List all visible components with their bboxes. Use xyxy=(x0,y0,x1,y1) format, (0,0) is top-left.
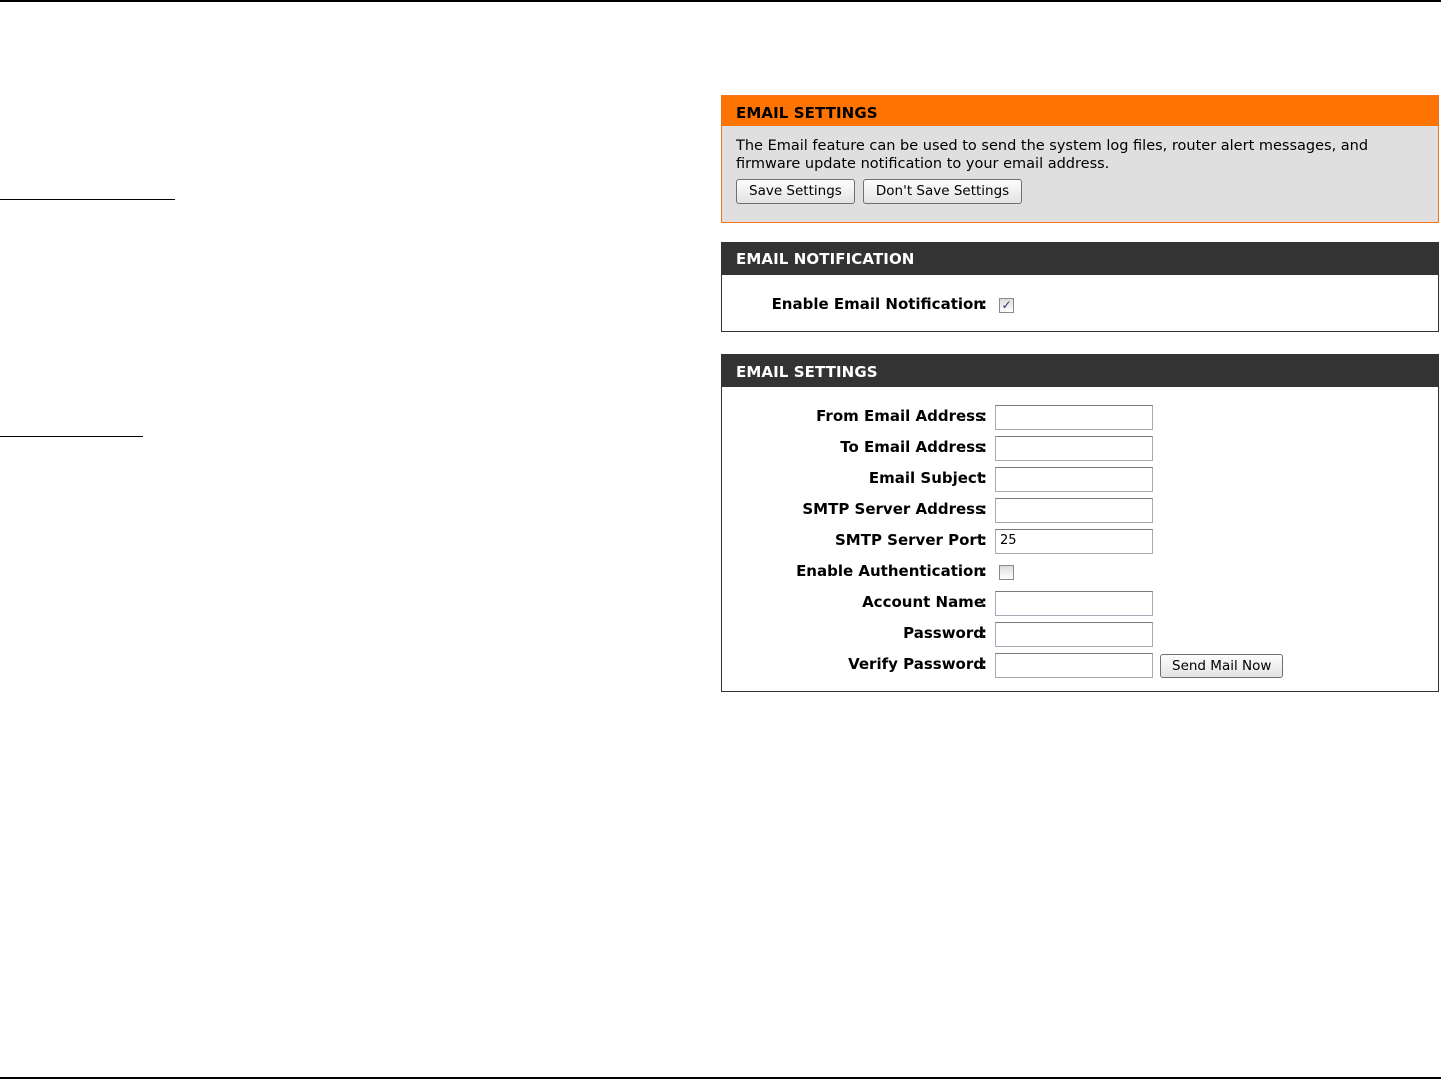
top-rule xyxy=(0,0,1441,2)
colon: : xyxy=(981,562,987,580)
password-input[interactable] xyxy=(995,622,1153,647)
settings-panel-title: EMAIL SETTINGS xyxy=(722,355,1438,387)
notification-panel-title: EMAIL NOTIFICATION xyxy=(722,243,1438,275)
enable-notification-row: Enable Email Notification : ✓ xyxy=(722,293,1438,317)
page: EMAIL SETTINGS The Email feature can be … xyxy=(0,0,1441,1081)
verify-password-row: Verify Password : Send Mail Now xyxy=(722,653,1438,678)
enable-notification-checkbox[interactable]: ✓ xyxy=(999,298,1014,313)
dont-save-settings-button[interactable]: Don't Save Settings xyxy=(862,179,1023,204)
from-email-label: From Email Address xyxy=(816,407,984,425)
colon: : xyxy=(981,624,987,642)
bottom-rule xyxy=(0,1077,1441,1079)
email-subject-label: Email Subject xyxy=(868,469,984,487)
account-name-row: Account Name : xyxy=(722,591,1438,616)
colon: : xyxy=(981,295,987,313)
smtp-address-row: SMTP Server Address : xyxy=(722,498,1438,523)
to-email-row: To Email Address : xyxy=(722,436,1438,461)
verify-password-input[interactable] xyxy=(995,653,1153,678)
colon: : xyxy=(981,593,987,611)
email-subject-input[interactable] xyxy=(995,467,1153,492)
intro-panel-title: EMAIL SETTINGS xyxy=(722,96,1438,126)
colon: : xyxy=(981,469,987,487)
enable-auth-checkbox[interactable] xyxy=(999,565,1014,580)
verify-password-label: Verify Password xyxy=(848,655,984,673)
from-email-row: From Email Address : xyxy=(722,405,1438,430)
smtp-port-label: SMTP Server Port xyxy=(835,531,984,549)
email-settings-intro-panel: EMAIL SETTINGS The Email feature can be … xyxy=(721,95,1439,223)
send-mail-now-button[interactable]: Send Mail Now xyxy=(1160,654,1284,678)
save-settings-button[interactable]: Save Settings xyxy=(736,179,855,204)
account-name-input[interactable] xyxy=(995,591,1153,616)
password-row: Password : xyxy=(722,622,1438,647)
left-underline-1 xyxy=(0,199,175,200)
from-email-input[interactable] xyxy=(995,405,1153,430)
account-name-label: Account Name xyxy=(862,593,984,611)
enable-auth-label: Enable Authentication xyxy=(796,562,984,580)
colon: : xyxy=(981,407,987,425)
enable-notification-label: Enable Email Notification xyxy=(771,295,984,313)
smtp-port-row: SMTP Server Port : 25 xyxy=(722,529,1438,554)
smtp-address-label: SMTP Server Address xyxy=(802,500,984,518)
smtp-port-input[interactable]: 25 xyxy=(995,529,1153,554)
intro-description: The Email feature can be used to send th… xyxy=(736,138,1369,172)
email-subject-row: Email Subject : xyxy=(722,467,1438,492)
intro-button-row: Save Settings Don't Save Settings xyxy=(722,173,1438,204)
colon: : xyxy=(981,500,987,518)
colon: : xyxy=(981,438,987,456)
password-label: Password xyxy=(903,624,984,642)
to-email-label: To Email Address xyxy=(840,438,984,456)
left-underline-2 xyxy=(0,436,143,437)
smtp-address-input[interactable] xyxy=(995,498,1153,523)
enable-auth-row: Enable Authentication : xyxy=(722,560,1438,584)
email-notification-panel: EMAIL NOTIFICATION Enable Email Notifica… xyxy=(721,242,1439,332)
colon: : xyxy=(981,655,987,673)
colon: : xyxy=(981,531,987,549)
to-email-input[interactable] xyxy=(995,436,1153,461)
email-settings-panel: EMAIL SETTINGS From Email Address : To E… xyxy=(721,354,1439,692)
